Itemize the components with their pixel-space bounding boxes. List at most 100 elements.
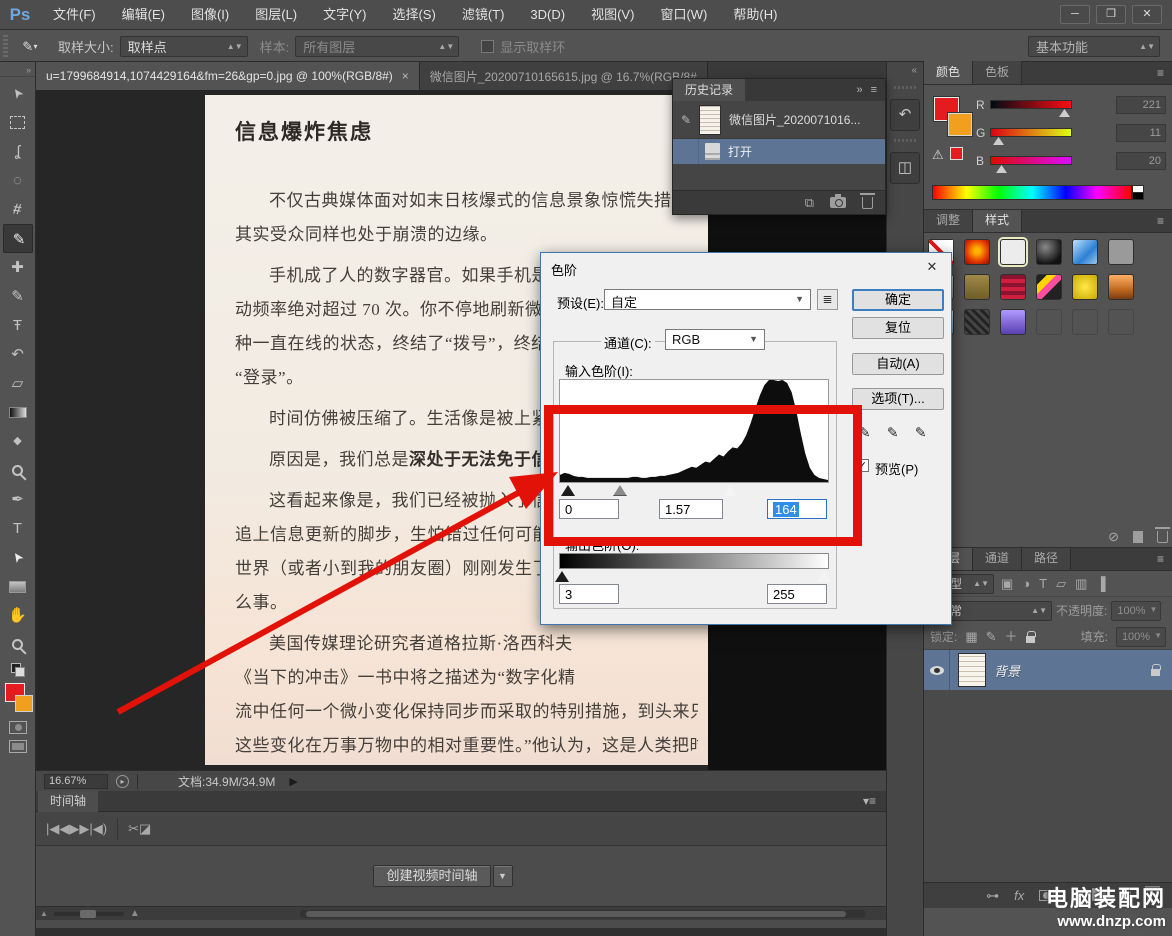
go-next-frame-button[interactable]: ▶|	[79, 822, 92, 835]
style-red-stripes[interactable]	[1000, 274, 1026, 300]
tab-paths[interactable]: 路径	[1022, 547, 1071, 570]
split-clip-button[interactable]: ✂	[128, 822, 139, 835]
background-color-swatch[interactable]	[15, 695, 33, 712]
panel-background-swatch[interactable]	[948, 113, 972, 136]
preset-dropdown[interactable]: 自定▼	[604, 289, 811, 310]
delete-style-trash-icon[interactable]	[1157, 531, 1168, 543]
filter-shape-layers-icon[interactable]: ▱	[1056, 577, 1066, 590]
filter-type-layers-icon[interactable]: T	[1039, 577, 1047, 590]
slider-value-field[interactable]: 20	[1116, 152, 1166, 170]
style-dark-pattern[interactable]	[964, 309, 990, 335]
swap-colors-icon[interactable]	[11, 663, 25, 677]
filter-toggle-icon[interactable]: ▐	[1096, 577, 1105, 590]
slider-track[interactable]	[990, 156, 1072, 165]
brush-tool[interactable]: ✎	[3, 282, 33, 311]
play-button[interactable]: ▶	[69, 822, 79, 835]
style-purple[interactable]	[1000, 309, 1026, 335]
timeline-menu-icon[interactable]: ▾≡	[863, 794, 886, 808]
timeline-zoom-slider[interactable]	[54, 912, 124, 916]
crop-tool[interactable]: #	[3, 195, 33, 224]
link-layers-icon[interactable]: ⊶	[986, 889, 999, 902]
pen-tool[interactable]: ✒	[3, 485, 33, 514]
go-previous-frame-button[interactable]: ◀	[59, 822, 69, 835]
menu-item-7[interactable]: 滤镜(T)	[449, 0, 518, 30]
sample-size-dropdown[interactable]: 取样点▲▼	[120, 36, 248, 57]
create-video-timeline-button[interactable]: 创建视频时间轴	[373, 865, 490, 887]
layer-effects-fx-icon[interactable]: fx	[1014, 889, 1024, 902]
blur-tool[interactable]: ◆	[3, 427, 33, 456]
slider-track[interactable]	[990, 100, 1072, 109]
menu-item-3[interactable]: 图像(I)	[178, 0, 242, 30]
new-style-icon[interactable]	[1133, 531, 1143, 543]
reset-button[interactable]: 复位	[852, 317, 944, 339]
eraser-tool[interactable]: ▱	[3, 369, 33, 398]
dialog-close-button[interactable]: ✕	[919, 257, 945, 277]
layers-panel-menu-icon[interactable]: ≡	[1157, 552, 1172, 570]
sample-dropdown[interactable]: 所有图层▲▼	[295, 36, 459, 57]
options-button[interactable]: 选项(T)...	[852, 388, 944, 410]
timeline-scrollbar[interactable]	[300, 910, 866, 918]
history-state-brush-cell[interactable]	[673, 139, 699, 164]
slider-thumb[interactable]	[1059, 109, 1070, 117]
history-collapse-icon[interactable]: »	[856, 84, 862, 96]
slider-thumb[interactable]	[996, 165, 1007, 173]
quick-selection-tool[interactable]: ◌	[3, 166, 33, 195]
minimize-button[interactable]: ─	[1060, 5, 1090, 24]
collapsed-3d-panel-button[interactable]: ◫	[890, 152, 920, 184]
style-empty-1[interactable]	[1036, 309, 1062, 335]
slider-track[interactable]	[990, 128, 1072, 137]
fill-field[interactable]: 100%▼	[1116, 627, 1166, 647]
zoom-tool[interactable]	[3, 630, 33, 659]
color-panel-menu-icon[interactable]: ≡	[1157, 66, 1172, 84]
output-black-field[interactable]: 3	[559, 584, 619, 604]
channel-dropdown[interactable]: RGB▼	[665, 329, 765, 350]
history-snapshot-row[interactable]: ✎ 微信图片_2020071016...	[673, 101, 885, 139]
lock-all-icon[interactable]	[1026, 636, 1035, 643]
hand-tool[interactable]: ✋	[3, 601, 33, 630]
mute-audio-button[interactable]: ◀)	[93, 822, 107, 835]
type-tool[interactable]: T	[3, 514, 33, 543]
layer-thumbnail[interactable]	[958, 653, 986, 687]
lock-pixels-icon[interactable]: ✎	[986, 630, 997, 643]
layer-visibility-cell[interactable]	[924, 650, 950, 690]
visibility-eye-icon[interactable]	[930, 666, 944, 675]
tab-color[interactable]: 颜色	[924, 61, 973, 84]
history-brush-source-icon[interactable]: ✎	[673, 113, 699, 127]
style-sunset[interactable]	[1108, 274, 1134, 300]
tab-channels[interactable]: 通道	[973, 547, 1022, 570]
tab-adjustments[interactable]: 调整	[924, 209, 973, 232]
eyedropper-tool[interactable]: ✐	[3, 224, 33, 253]
style-empty-2[interactable]	[1072, 309, 1098, 335]
auto-button[interactable]: 自动(A)	[852, 353, 944, 375]
gradient-tool[interactable]	[3, 398, 33, 427]
layer-name[interactable]: 背景	[994, 661, 1020, 680]
ok-button[interactable]: 确定	[852, 289, 944, 311]
tab-history[interactable]: 历史记录	[673, 79, 745, 101]
menu-item-10[interactable]: 窗口(W)	[647, 0, 720, 30]
layer-row-background[interactable]: 背景	[924, 650, 1172, 690]
menu-item-9[interactable]: 视图(V)	[578, 0, 647, 30]
menu-item-8[interactable]: 3D(D)	[517, 0, 578, 30]
style-white-outline[interactable]	[1000, 239, 1026, 265]
history-menu-icon[interactable]: ≡	[871, 84, 877, 96]
workspace-switcher-dropdown[interactable]: 基本功能▲▼	[1028, 36, 1160, 57]
rectangular-marquee-tool[interactable]	[3, 108, 33, 137]
tab-close-icon[interactable]: ×	[402, 69, 409, 83]
clear-style-icon[interactable]: ⊘	[1108, 530, 1119, 543]
menu-item-11[interactable]: 帮助(H)	[720, 0, 790, 30]
lock-transparency-icon[interactable]: ▦	[965, 630, 977, 643]
tab-swatches[interactable]: 色板	[973, 61, 1022, 84]
move-tool[interactable]: ➤	[3, 79, 33, 108]
preset-options-icon[interactable]: ≣	[817, 289, 838, 310]
show-sampling-ring-checkbox[interactable]	[481, 40, 494, 53]
style-olive[interactable]	[964, 274, 990, 300]
tab-styles[interactable]: 样式	[973, 209, 1022, 232]
style-gray-flat[interactable]	[1108, 239, 1134, 265]
filter-smart-objects-icon[interactable]: ▥	[1075, 577, 1087, 590]
clone-stamp-tool[interactable]: Ŧ	[3, 311, 33, 340]
rectangle-tool[interactable]	[3, 572, 33, 601]
transition-button[interactable]: ◪	[139, 822, 151, 835]
gamut-swatch[interactable]	[950, 147, 963, 160]
status-menu-arrow-icon[interactable]: ▶	[289, 775, 297, 788]
menu-item-1[interactable]: 文件(F)	[40, 0, 109, 30]
